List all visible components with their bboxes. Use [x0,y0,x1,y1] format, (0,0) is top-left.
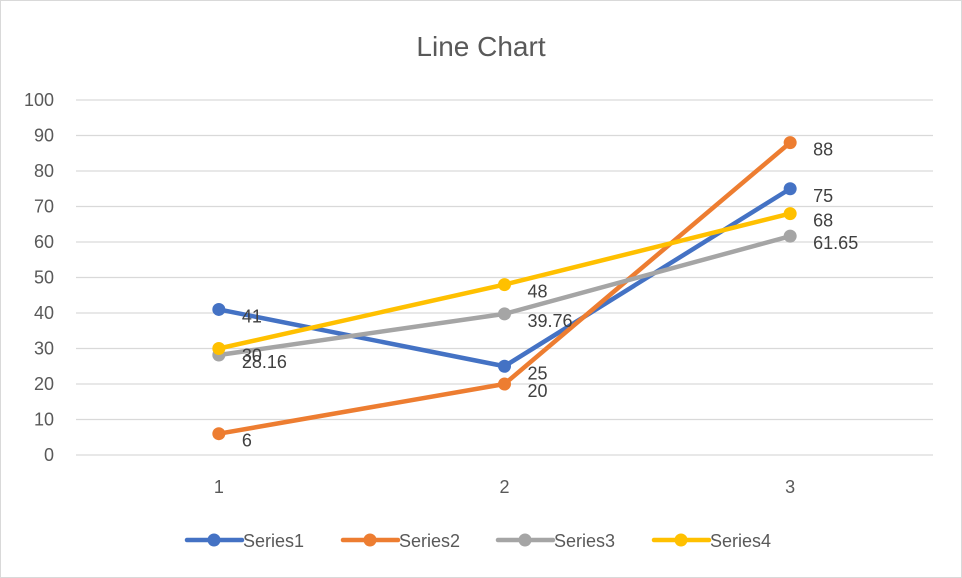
data-label: 6 [242,431,252,451]
data-point-series3 [498,307,511,321]
data-point-series3 [783,229,797,243]
data-label: 68 [813,211,833,231]
legend-item-series4[interactable]: Series4 [651,531,771,551]
gridlines [76,99,933,456]
data-label: 41 [242,306,262,326]
data-label: 75 [813,186,833,206]
y-tick-label: 40 [34,303,54,323]
y-axis-tick-labels: 0 10 20 30 40 50 60 70 80 90 100 [24,90,54,465]
chart-title: Line Chart [416,31,545,62]
data-point-series4 [498,278,511,292]
data-point-series1 [783,182,797,196]
legend-item-series3[interactable]: Series3 [495,531,615,551]
data-label: 61.65 [813,233,858,253]
y-tick-label: 50 [34,268,54,288]
data-label: 39.76 [528,311,573,331]
data-labels: 4125756208828.1639.7661.65304868 [242,140,858,451]
x-axis-tick-labels: 1 2 3 [214,477,795,497]
y-tick-label: 90 [34,126,54,146]
x-tick-label: 3 [785,477,795,497]
legend-item-series1[interactable]: Series1 [184,531,304,551]
y-tick-label: 10 [34,410,54,430]
legend-item-series2[interactable]: Series2 [340,531,460,551]
data-label: 30 [242,346,262,366]
legend-marker-icon [363,533,377,547]
series-line-series3 [216,233,793,358]
data-point-series4 [783,207,797,221]
legend: Series1 Series2 Series3 Series4 [184,531,771,551]
data-point-series2 [783,136,797,150]
data-point-series4 [212,342,226,355]
data-point-series2 [498,377,511,391]
y-tick-label: 30 [34,339,54,359]
legend-marker-icon [518,533,532,547]
legend-marker-icon [674,533,688,547]
legend-marker-icon [207,533,221,547]
y-tick-label: 0 [44,445,54,465]
data-point-series1 [498,359,511,373]
series-markers [212,136,797,441]
legend-label: Series2 [399,531,460,551]
legend-label: Series1 [243,531,304,551]
x-tick-label: 2 [499,477,509,497]
x-tick-label: 1 [214,477,224,497]
data-label: 48 [528,282,548,302]
legend-label: Series3 [554,531,615,551]
y-tick-label: 100 [24,90,54,110]
data-label: 20 [528,381,548,401]
legend-label: Series4 [710,531,771,551]
data-point-series2 [212,427,226,441]
y-tick-label: 20 [34,374,54,394]
y-tick-label: 80 [34,161,54,181]
line-chart: Line Chart 0 10 20 30 40 50 60 70 80 90 100 1 2 3 41… [24,31,933,551]
data-point-series1 [212,302,226,316]
data-label: 88 [813,140,833,160]
y-tick-label: 70 [34,197,54,217]
y-tick-label: 60 [34,232,54,252]
